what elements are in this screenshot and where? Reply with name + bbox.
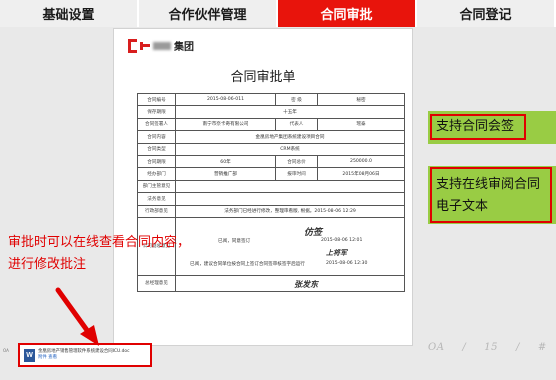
field-label: 合同期限 (137, 154, 176, 169)
field-value[interactable] (175, 192, 405, 206)
annotation-line: 审批时可以在线查看合同内容， (8, 235, 191, 250)
field-label: 行政部意见 (137, 204, 176, 218)
opinion-time: 2015-08-06 12:01 (321, 237, 363, 243)
field-value: 60年 (175, 154, 276, 169)
pager-left: OA (428, 342, 445, 353)
word-doc-icon: W (24, 348, 35, 362)
annotation-note: 审批时可以在线查看合同内容， 进行修改批注 (8, 232, 248, 276)
document-title: 合同审批单 (230, 70, 296, 85)
table-row: 总经理意见 张发东 (137, 274, 405, 292)
field-label: 密 级 (275, 92, 318, 107)
field-value: 2015-08-06-011 (175, 92, 276, 107)
table-row: 合同内容 金凰房地产集团系统建设项目合同 (137, 130, 405, 144)
field-label: 保存期限 (137, 105, 176, 119)
field-value[interactable] (175, 179, 405, 194)
handwritten-signature: 张发东 (294, 278, 318, 289)
field-label: 合同内容 (137, 130, 176, 144)
field-label: 合同总价 (275, 154, 318, 169)
table-row: 合同签署人 南宁市奈卡奇有限公司 代表人 瑶泰 (137, 117, 405, 132)
field-label: 经办部门 (137, 167, 176, 181)
field-label: 总经理意见 (137, 274, 176, 292)
field-label: 报审时间 (275, 167, 318, 181)
field-value: 营销推广部 (175, 167, 276, 181)
field-value: 金凰房地产集团系统建设项目合同 (175, 130, 405, 144)
pager-right: # (537, 342, 547, 353)
table-row: 合同期限 60年 合同总价 250000.0 (137, 154, 405, 169)
table-row: 部门主管意见 (137, 179, 405, 194)
field-label: 部门主管意见 (137, 179, 176, 194)
callout-text: 电子文本 (436, 199, 489, 214)
gm-opinion-cell[interactable]: 张发东 (175, 274, 405, 292)
pager-page: 15 (484, 342, 499, 353)
approval-form-document: 集团 合同审批单 合同编号 2015-08-06-011 密 级 秘密 保存期限… (113, 28, 413, 346)
callout-text: 支持合同会签 (430, 114, 526, 140)
logo-redacted (153, 41, 171, 50)
field-value: 2015年08月06日 (317, 167, 405, 181)
field-label: 合同编号 (137, 92, 176, 107)
field-value: CRM系统 (175, 142, 405, 156)
logo-text: 集团 (174, 42, 194, 53)
field-label: 合同类型 (137, 142, 176, 156)
tab-contract-registration[interactable]: 合同登记 (417, 0, 556, 27)
opinion-time: 2015-08-06 12:30 (326, 260, 368, 266)
tab-partner-management[interactable]: 合作伙伴管理 (139, 0, 278, 27)
slide-pager: OA/15/# (428, 342, 547, 353)
callout-countersign: 支持合同会签 (428, 111, 556, 144)
field-value: 南宁市奈卡奇有限公司 (175, 117, 276, 132)
logo-mark-icon (128, 38, 150, 53)
footer-label: OA (3, 348, 9, 353)
handwritten-signature: 上将军 (326, 247, 347, 257)
field-value: 瑶泰 (317, 117, 405, 132)
field-value[interactable]: 法务部门已经进行修改，整理审看版, 根据。2015-08-06 12:29 (175, 204, 405, 218)
annotation-line: 进行修改批注 (8, 257, 87, 272)
tab-basic-settings[interactable]: 基础设置 (0, 0, 139, 27)
field-label: 合同签署人 (137, 117, 176, 132)
table-row: 经办部门 营销推广部 报审时间 2015年08月06日 (137, 167, 405, 181)
field-value: 250000.0 (317, 154, 405, 169)
table-row: 合同编号 2015-08-06-011 密 级 秘密 (137, 92, 405, 107)
company-logo: 集团 (128, 38, 194, 53)
contract-attachment[interactable]: W 金凰房地产销售管理软件系统建设合同ICU.doc 附件 查看 (18, 343, 152, 367)
field-label: 代表人 (275, 117, 318, 132)
field-label: 法务意见 (137, 192, 176, 206)
callout-online-review: 支持在线审阅合同 电子文本 (428, 166, 556, 224)
field-value: 十五年 (175, 105, 405, 119)
callout-text: 支持在线审阅合同 (436, 177, 541, 192)
top-nav: 基础设置 合作伙伴管理 合同审批 合同登记 (0, 0, 556, 27)
handwritten-signature: 仿签 (304, 227, 323, 238)
table-row: 保存期限 十五年 (137, 105, 405, 119)
table-row: 行政部意见 法务部门已经进行修改，整理审看版, 根据。2015-08-06 12… (137, 204, 405, 218)
table-row: 合同类型 CRM系统 (137, 142, 405, 156)
tab-contract-approval[interactable]: 合同审批 (278, 0, 417, 27)
table-row: 法务意见 (137, 192, 405, 206)
field-value: 秘密 (317, 92, 405, 107)
attachment-links[interactable]: 附件 查看 (38, 355, 130, 361)
